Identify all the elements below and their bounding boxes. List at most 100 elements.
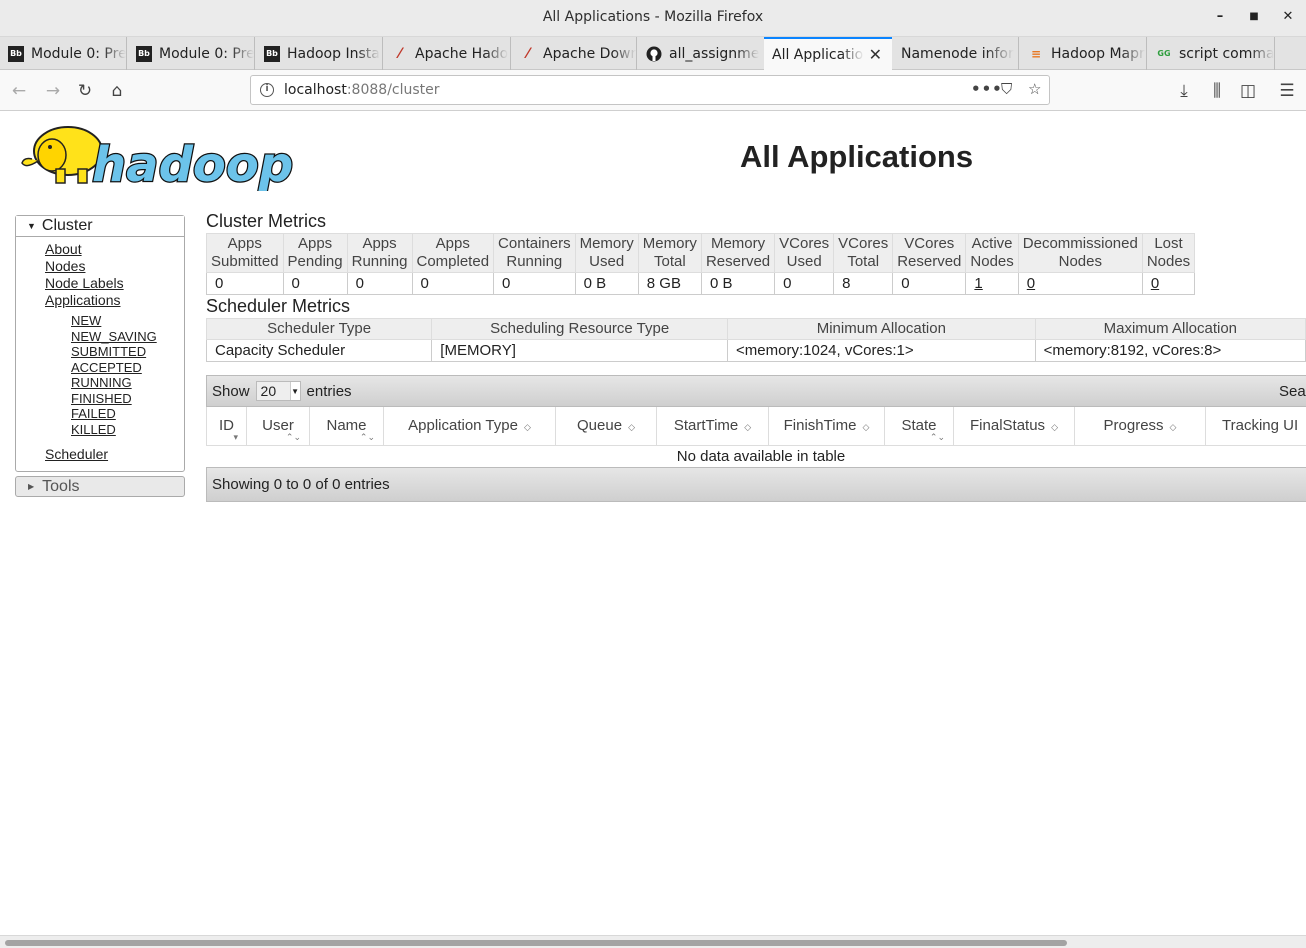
app-state-new[interactable]: NEW <box>71 313 184 329</box>
column-queue[interactable]: Queue ◇ <box>555 407 657 446</box>
metric-value: 0 <box>206 272 284 295</box>
apache-feather-icon: ⁄ <box>526 45 530 62</box>
cluster-panel: ▼ Cluster About Nodes Node Labels Applic… <box>15 215 185 472</box>
gg-icon: GG <box>1157 49 1171 58</box>
tab-github[interactable]: all_assignme <box>638 37 763 70</box>
column-finalstatus[interactable]: FinalStatus ◇ <box>953 407 1075 446</box>
column-user[interactable]: User ⌃⌄ <box>246 407 310 446</box>
tab-script-command[interactable]: GG script comma <box>1148 37 1275 70</box>
app-state-killed[interactable]: KILLED <box>71 422 184 438</box>
url-text[interactable]: localhost:8088/cluster <box>284 82 440 98</box>
lost-nodes-link-cell: 0 <box>1141 272 1196 295</box>
site-info-icon[interactable]: i <box>260 83 274 97</box>
caret-down-icon: ▼ <box>27 221 36 231</box>
tab-module0-b[interactable]: Bb Module 0: Pre <box>128 37 255 70</box>
scheduler-value: <memory:1024, vCores:1> <box>727 339 1036 362</box>
column-name[interactable]: Name ⌃⌄ <box>309 407 384 446</box>
metric-header: VCores Total <box>833 233 894 273</box>
app-state-submitted[interactable]: SUBMITTED <box>71 344 184 360</box>
column-starttime[interactable]: StartTime ◇ <box>656 407 769 446</box>
menu-icon[interactable]: ☰ <box>1276 80 1298 102</box>
app-state-new-saving[interactable]: NEW_SAVING <box>71 329 184 345</box>
active-nodes-link[interactable]: 1 <box>974 275 982 292</box>
column-progress[interactable]: Progress ◇ <box>1074 407 1206 446</box>
page-size-select[interactable]: 20 ▼ <box>255 381 301 401</box>
scheduler-header: Scheduling Resource Type <box>431 318 729 340</box>
back-icon[interactable]: ← <box>8 80 30 102</box>
tab-namenode[interactable]: Namenode infor <box>893 37 1019 70</box>
sidebar-toggle-icon[interactable]: ◫ <box>1237 80 1259 102</box>
column-state[interactable]: State ⌃⌄ <box>884 407 954 446</box>
tab-all-applications[interactable]: All Application ✕ <box>764 37 892 70</box>
url-bar[interactable]: i localhost:8088/cluster ••• ⛉ ☆ <box>250 75 1050 105</box>
minimize-icon[interactable]: – <box>1211 9 1229 24</box>
metric-header: Memory Used <box>574 233 639 273</box>
tools-panel-header[interactable]: ▶ Tools <box>15 476 185 497</box>
metric-header: VCores Used <box>774 233 835 273</box>
page-actions-icon[interactable]: ••• <box>971 80 1003 98</box>
close-tab-icon[interactable]: ✕ <box>869 45 882 64</box>
scheduler-header: Scheduler Type <box>205 318 433 340</box>
horizontal-scrollbar[interactable] <box>0 935 1306 948</box>
lost-nodes-link[interactable]: 0 <box>1151 275 1159 292</box>
metric-header: Decommissioned Nodes <box>1017 233 1143 273</box>
app-state-running[interactable]: RUNNING <box>71 375 184 391</box>
tab-module0-a[interactable]: Bb Module 0: Pre <box>0 37 127 70</box>
datatable-footer: Showing 0 to 0 of 0 entries <box>206 467 1306 502</box>
tab-apache-hadoop[interactable]: ⁄ Apache Hado <box>384 37 511 70</box>
bookmark-star-icon[interactable]: ☆ <box>1028 80 1041 98</box>
metric-header: Lost Nodes <box>1141 233 1196 273</box>
home-icon[interactable]: ⌂ <box>106 80 128 102</box>
hadoop-logo[interactable]: hadoop <box>16 119 316 194</box>
forward-icon[interactable]: → <box>42 80 64 102</box>
sidebar-link-nodes[interactable]: Nodes <box>45 258 184 275</box>
sidebar-link-node-labels[interactable]: Node Labels <box>45 275 184 292</box>
reload-icon[interactable]: ↻ <box>74 80 96 102</box>
table-info: Showing 0 to 0 of 0 entries <box>212 476 390 493</box>
cluster-metrics-table: Apps Submitted Apps Pending Apps Running Ap… <box>206 233 1196 295</box>
app-state-failed[interactable]: FAILED <box>71 406 184 422</box>
datatable-toolbar: Show 20 ▼ entries Search: <box>206 375 1306 407</box>
applications-datatable: Show 20 ▼ entries Search: ID▾ User⌃⌄ Nam… <box>206 375 1306 502</box>
column-id[interactable]: ID ▾ <box>206 407 247 446</box>
metric-header: Memory Total <box>637 233 702 273</box>
scrollbar-thumb[interactable] <box>5 940 1067 946</box>
pocket-icon[interactable]: ⛉ <box>1001 80 1012 98</box>
metric-value: 0 B <box>574 272 639 295</box>
tab-apache-download[interactable]: ⁄ Apache Down <box>512 37 637 70</box>
column-tracking-ui[interactable]: Tracking UI <box>1205 407 1306 446</box>
decommissioned-nodes-link-cell: 0 <box>1017 272 1143 295</box>
metric-value: 0 <box>892 272 967 295</box>
column-application-type[interactable]: Application Type ◇ <box>383 407 556 446</box>
active-nodes-link-cell: 1 <box>965 272 1019 295</box>
metric-value: 0 B <box>700 272 776 295</box>
entries-label: entries <box>306 382 352 400</box>
downloads-icon[interactable]: ⤓ <box>1173 80 1195 102</box>
tab-hadoop-install[interactable]: Bb Hadoop Insta <box>256 37 383 70</box>
decommissioned-nodes-link[interactable]: 0 <box>1027 275 1035 292</box>
navigation-toolbar: ← → ↻ ⌂ i localhost:8088/cluster ••• ⛉ ☆… <box>0 70 1306 111</box>
app-state-finished[interactable]: FINISHED <box>71 391 184 407</box>
page-title: All Applications <box>740 139 974 174</box>
sidebar-link-scheduler[interactable]: Scheduler <box>45 446 184 463</box>
stackoverflow-icon: ≡ <box>1030 46 1042 61</box>
metric-header: Containers Running <box>493 233 576 273</box>
close-window-icon[interactable]: ✕ <box>1279 9 1297 24</box>
tab-hadoop-mapreduce[interactable]: ≡ Hadoop Mapr <box>1020 37 1147 70</box>
scheduler-header: Minimum Allocation <box>727 318 1036 340</box>
show-label: Show <box>212 382 250 400</box>
library-icon[interactable]: ⫼ <box>1206 80 1228 102</box>
scheduler-metrics-table: Scheduler Type Scheduling Resource Type … <box>205 318 1306 362</box>
sort-icon: ◇ <box>1051 422 1058 433</box>
metric-header: Apps Running <box>346 233 413 273</box>
sidebar-link-applications[interactable]: Applications <box>45 292 184 309</box>
column-finishtime[interactable]: FinishTime ◇ <box>768 407 885 446</box>
scheduler-header: Maximum Allocation <box>1034 318 1306 340</box>
cluster-panel-header[interactable]: ▼ Cluster <box>16 216 184 237</box>
sidebar-link-about[interactable]: About <box>45 241 184 258</box>
app-state-accepted[interactable]: ACCEPTED <box>71 360 184 376</box>
metric-value: 0 <box>346 272 413 295</box>
scheduler-value: [MEMORY] <box>431 339 729 362</box>
sort-icon: ⌃⌄ <box>285 431 301 442</box>
maximize-icon[interactable]: ■ <box>1245 11 1263 22</box>
